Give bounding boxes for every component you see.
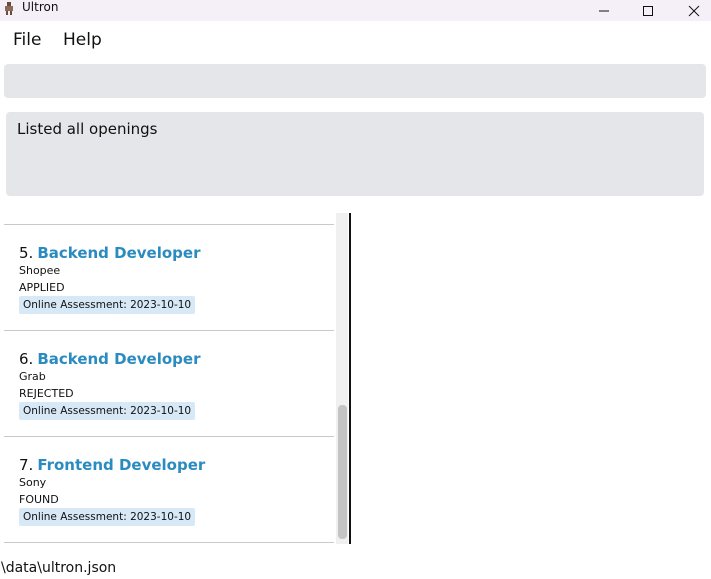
opening-title: 5. Backend Developer (19, 244, 200, 262)
opening-index: 5. (19, 244, 34, 262)
close-icon (688, 5, 700, 16)
opening-company: Sony (19, 476, 47, 489)
opening-tag: Online Assessment: 2023-10-10 (19, 296, 196, 314)
list-divider (4, 224, 334, 225)
opening-index: 7. (19, 456, 34, 474)
command-input[interactable] (4, 64, 706, 98)
menu-file[interactable]: File (13, 30, 41, 50)
maximize-button[interactable] (625, 0, 671, 21)
opening-title: 6. Backend Developer (19, 350, 200, 368)
status-bar: \data\ultron.json (0, 560, 711, 579)
menu-help[interactable]: Help (63, 30, 102, 50)
opening-company: Grab (19, 370, 46, 383)
opening-title: 7. Frontend Developer (19, 456, 205, 474)
menu-bar: File Help (0, 21, 711, 59)
result-message: Listed all openings (17, 120, 158, 138)
minimize-icon (599, 10, 609, 11)
opening-card[interactable]: 7. Frontend Developer Sony FOUND Online A… (4, 456, 334, 546)
opening-role: Frontend Developer (37, 456, 206, 474)
list-divider (4, 436, 334, 437)
opening-list[interactable]: 5. Backend Developer Shopee APPLIED Onlin… (0, 213, 352, 546)
minimize-button[interactable] (581, 0, 627, 21)
close-button[interactable] (671, 0, 711, 21)
ultron-app-icon (5, 2, 13, 15)
list-divider (4, 330, 334, 331)
window-title: Ultron (22, 0, 59, 14)
opening-tag: Online Assessment: 2023-10-10 (19, 402, 196, 420)
opening-tag: Online Assessment: 2023-10-10 (19, 508, 196, 526)
list-divider (4, 542, 334, 543)
opening-company: Shopee (19, 264, 61, 277)
opening-card[interactable]: 6. Backend Developer Grab REJECTED Online… (4, 350, 334, 455)
save-file-path: \data\ultron.json (1, 560, 117, 576)
title-bar: Ultron (0, 0, 711, 21)
opening-status: REJECTED (19, 387, 74, 400)
maximize-icon (643, 5, 653, 16)
opening-card[interactable]: 5. Backend Developer Shopee APPLIED Onlin… (4, 244, 334, 349)
opening-status: FOUND (19, 493, 59, 506)
list-scrollbar-thumb[interactable] (338, 405, 347, 539)
opening-index: 6. (19, 350, 34, 368)
opening-status: APPLIED (19, 281, 65, 294)
result-display: Listed all openings (6, 112, 704, 196)
panel-divider (349, 213, 351, 544)
opening-role: Backend Developer (37, 350, 201, 368)
opening-role: Backend Developer (37, 244, 201, 262)
